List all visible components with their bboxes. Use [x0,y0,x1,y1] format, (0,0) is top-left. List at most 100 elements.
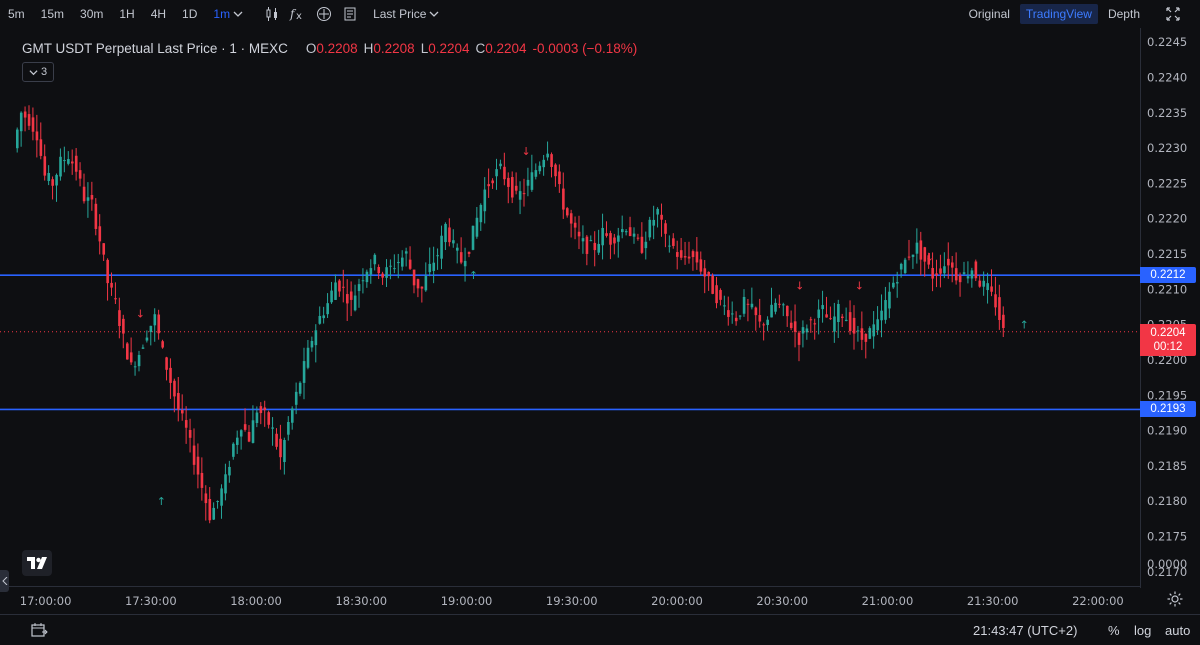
candle [169,358,172,399]
candle [774,298,777,315]
candle [503,152,506,186]
timeframe-15m[interactable]: 15m [33,7,72,21]
candle [247,425,251,443]
time-tick-label: 21:00:00 [862,594,914,608]
timeframe-5m[interactable]: 5m [0,7,33,21]
candle [491,178,494,189]
view-original[interactable]: Original [963,4,1016,24]
candle [51,176,54,200]
candle [648,216,652,241]
candle [94,198,98,236]
low-label: L [420,41,429,56]
timeframe-1d[interactable]: 1D [174,7,205,21]
indicators-collapse-toggle[interactable]: 3 [22,62,54,82]
candle [848,300,852,335]
candle [228,460,231,483]
candle [334,274,337,301]
timeframe-30m[interactable]: 30m [72,7,111,21]
candle [813,318,817,340]
log-scale-toggle[interactable]: log [1134,623,1151,638]
price-tick-label: 0.0000 [1147,557,1187,571]
auto-scale-toggle[interactable]: auto [1165,623,1190,638]
candle [978,275,982,288]
candle [267,410,271,429]
view-depth[interactable]: Depth [1102,4,1146,24]
price-axis[interactable]: 0.2245 0.2240 0.2235 0.2230 0.2225 0.2220 0.22… [1140,28,1200,588]
candle [852,305,856,350]
candle [393,254,396,274]
candle [644,231,648,260]
candle [943,252,946,279]
timeframe-1h[interactable]: 1H [111,7,142,21]
clock-timezone[interactable]: 21:43:47 (UTC+2) [973,623,1077,638]
tradingview-logo[interactable] [22,550,52,576]
percent-scale-toggle[interactable]: % [1108,623,1120,638]
view-tradingview[interactable]: TradingView [1019,4,1098,24]
candle [432,246,436,284]
candle [330,281,333,304]
sell-arrow-marker: ↓ [795,279,804,292]
candle [39,122,43,160]
candle [628,216,632,237]
top-toolbar: 5m 15m 30m 1H 4H 1D 1m fx Last Price Ori… [0,0,1200,28]
candle [369,259,373,284]
candle [915,228,919,264]
candle [35,114,39,158]
time-tick-label: 18:00:00 [230,594,282,608]
price-tick-label: 0.2185 [1147,459,1187,473]
templates-icon[interactable] [341,5,359,23]
candle [216,500,219,509]
candle [456,243,459,264]
candle [200,457,204,501]
candle [821,290,824,323]
compare-icon[interactable] [315,5,333,23]
date-range-icon[interactable] [30,622,48,641]
candle [683,241,687,265]
candle [526,167,530,197]
upper-level-price-badge: 0.2212 [1140,267,1196,284]
timeframe-4h[interactable]: 4H [143,7,174,21]
candle [907,239,911,261]
candle [601,213,604,260]
timeframe-1m-dropdown[interactable]: 1m [205,7,251,21]
chart-legend: GMT USDT Perpetual Last Price · 1 · MEXC… [22,41,643,56]
candle [275,428,278,450]
candle [538,161,542,175]
price-type-dropdown[interactable]: Last Price [373,7,439,21]
candle [420,286,424,303]
candle [939,254,942,288]
active-timeframe-label: 1m [213,7,231,21]
indicators-fx-icon[interactable]: fx [289,5,307,23]
candle [605,221,608,238]
fullscreen-icon[interactable] [1164,5,1182,23]
candle [27,105,31,130]
candle [856,325,860,342]
time-axis[interactable]: 17:00:00 17:30:00 18:00:00 18:30:00 19:00:00… [0,586,1140,615]
candle [640,222,644,255]
candle [463,247,467,282]
candlestick-chart[interactable]: ↑ ↑ ↑ ↓ ↓ ↓ ↓ ↓ [0,28,1140,586]
candle [495,158,498,190]
candle [181,394,184,421]
candle [149,325,153,346]
close-label: C [475,41,486,56]
candle [63,146,66,173]
candle [825,296,828,318]
candle [703,260,707,294]
candle [911,254,915,269]
candle [954,252,958,285]
candle [287,416,290,441]
candle [723,295,726,316]
candle [173,378,176,413]
candle [986,272,989,304]
candle [738,315,742,320]
chart-settings-icon[interactable] [1166,590,1184,608]
price-tick-label: 0.2240 [1147,70,1187,84]
candle [958,272,962,297]
candle-style-icon[interactable] [263,5,281,23]
time-tick-label: 17:30:00 [125,594,177,608]
candle [829,306,832,320]
candle [974,259,978,282]
candle [224,463,227,501]
candle [951,255,954,283]
